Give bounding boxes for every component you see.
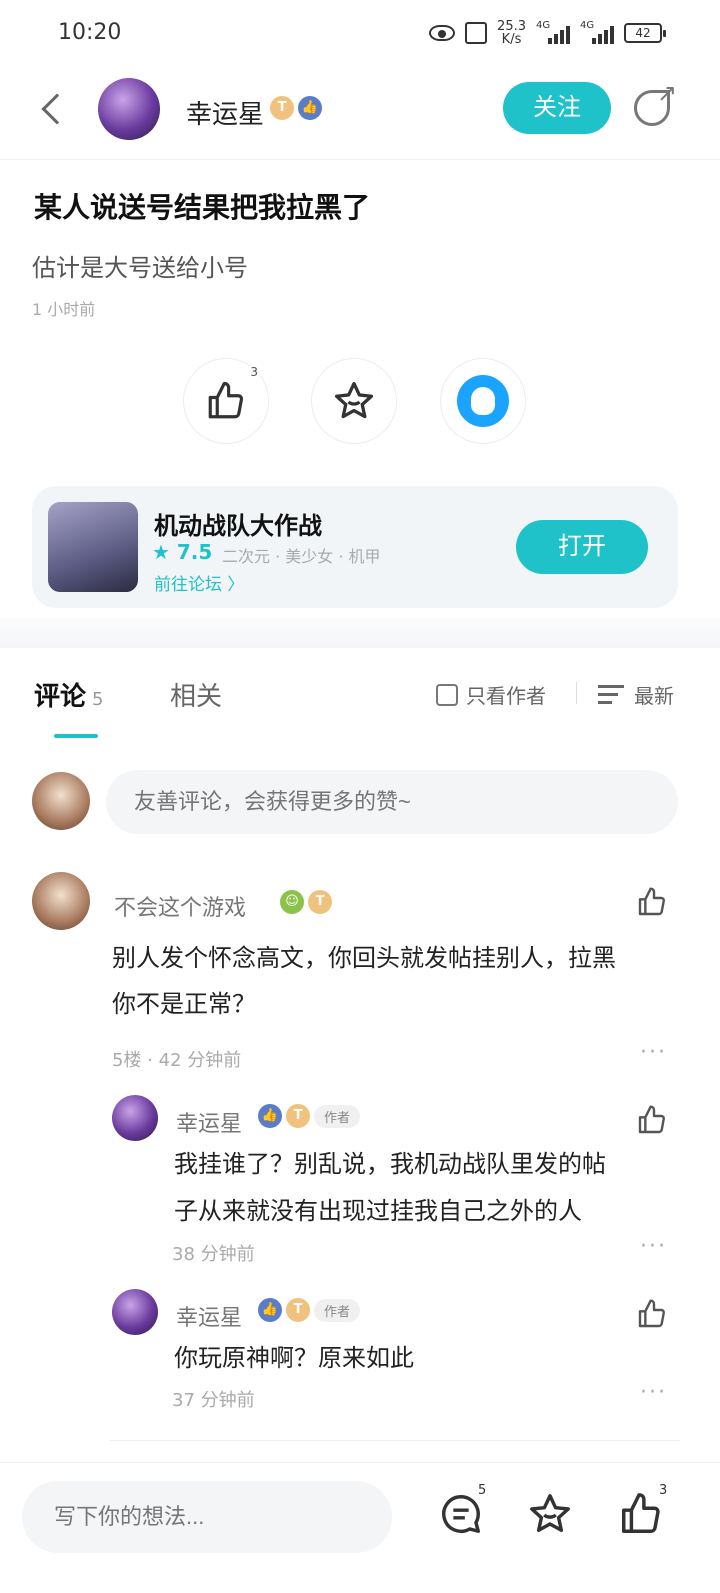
comment-like-icon[interactable] [636, 886, 668, 918]
reply-badges: 👍 T 作者 [258, 1104, 361, 1128]
my-avatar [32, 772, 90, 830]
comment-meta: 5楼 · 42 分钟前 [112, 1050, 242, 1071]
reply-avatar[interactable] [112, 1289, 158, 1335]
more-icon[interactable]: ··· [640, 1040, 667, 1065]
network-speed: 25.3 K/s [497, 20, 526, 46]
sort-label: 最新 [634, 684, 674, 708]
tab-active-indicator [54, 734, 98, 738]
commenter-avatar[interactable] [32, 872, 90, 930]
share-icon[interactable] [634, 79, 677, 126]
tab-comments-count: 5 [92, 689, 104, 710]
comment-input[interactable] [106, 770, 678, 834]
reply-meta: 37 分钟前 [172, 1390, 255, 1411]
game-card[interactable]: 机动战队大作战 ★ 7.5 二次元 · 美少女 · 机甲 前往论坛 〉 打开 [32, 486, 678, 608]
reply-badges: 👍 T 作者 [258, 1298, 361, 1322]
reply-meta: 38 分钟前 [172, 1244, 255, 1265]
status-bar: 10:20 25.3 K/s 4G 4G 42 [0, 0, 720, 70]
like-button[interactable]: 3 [183, 358, 269, 444]
author-tag: 作者 [314, 1104, 361, 1128]
reply-name[interactable]: 幸运星 [176, 1300, 242, 1332]
post-header: 幸运星 T 👍 关注 [0, 70, 720, 160]
reply-like-icon[interactable] [636, 1298, 668, 1330]
bottom-action-bar: 5 3 [0, 1462, 720, 1593]
qq-icon [457, 375, 509, 427]
divider [576, 682, 577, 704]
status-icons: 25.3 K/s 4G 4G 42 [429, 20, 666, 46]
like-count: 3 [250, 365, 258, 379]
like-count: 3 [659, 1483, 668, 1498]
star-icon[interactable] [527, 1491, 573, 1537]
back-icon[interactable] [41, 93, 73, 125]
more-icon[interactable]: ··· [640, 1234, 667, 1259]
reply-text-line-2: 子从来就没有出现过挂我自己之外的人 [174, 1197, 582, 1225]
game-cover-image [48, 502, 138, 592]
checkbox-icon [436, 683, 458, 706]
open-game-button[interactable]: 打开 [516, 520, 648, 574]
network-speed-unit: K/s [501, 32, 522, 47]
signal-label-1: 4G [536, 20, 551, 31]
thumb-badge-icon: 👍 [298, 96, 322, 120]
reply-name[interactable]: 幸运星 [176, 1106, 242, 1138]
reply-avatar[interactable] [112, 1095, 158, 1141]
author-tag: 作者 [314, 1298, 361, 1322]
thumb-up-icon [208, 381, 244, 419]
signal-icon-1: 4G [536, 20, 570, 44]
thumb-badge-icon: 👍 [258, 1104, 282, 1128]
level-badge-icon: T [286, 1298, 310, 1322]
divider [110, 1440, 680, 1441]
author-avatar[interactable] [98, 78, 160, 140]
tab-comments-label: 评论 [34, 682, 87, 712]
section-divider [0, 618, 720, 648]
author-badges: T 👍 [270, 96, 322, 120]
author-only-toggle[interactable]: 只看作者 [436, 680, 546, 709]
commenter-badges: ☺ T [280, 890, 332, 914]
signal-label-2: 4G [580, 20, 595, 31]
level-badge-icon: T [270, 96, 294, 120]
game-tags: 二次元 · 美少女 · 机甲 [222, 547, 381, 566]
follow-button[interactable]: 关注 [503, 82, 611, 134]
thumb-badge-icon: 👍 [258, 1298, 282, 1322]
tab-related[interactable]: 相关 [170, 676, 222, 713]
comment-text-line-1: 别人发个怀念高文，你回头就发帖挂别人，拉黑 [112, 944, 616, 972]
thumb-up-icon[interactable] [618, 1491, 664, 1537]
reply-text-line-1: 我挂谁了？别乱说，我机动战队里发的帖 [174, 1150, 606, 1178]
signal-icon-2: 4G [580, 20, 614, 44]
sort-icon [598, 684, 626, 705]
vibrate-icon [465, 22, 488, 44]
author-name[interactable]: 幸运星 [186, 94, 264, 131]
game-avatar-badge-icon: ☺ [280, 890, 304, 914]
tab-comments[interactable]: 评论 5 [34, 676, 103, 713]
post-title: 某人说送号结果把我拉黑了 [34, 191, 371, 224]
favorite-button[interactable] [311, 358, 397, 444]
sort-button[interactable]: 最新 [598, 680, 674, 709]
post-body: 估计是大号送给小号 [32, 254, 248, 282]
level-badge-icon: T [308, 890, 332, 914]
level-badge-icon: T [286, 1104, 310, 1128]
star-icon [334, 381, 374, 419]
reply-text-line-1: 你玩原神啊？原来如此 [174, 1344, 414, 1372]
comment-count: 5 [478, 1483, 487, 1498]
post-time: 1 小时前 [32, 300, 96, 319]
eye-comfort-icon [429, 25, 456, 41]
go-to-forum-link[interactable]: 前往论坛 〉 [154, 570, 244, 595]
reply-like-icon[interactable] [636, 1104, 668, 1136]
reply-input[interactable] [22, 1481, 392, 1553]
game-name: 机动战队大作战 [154, 512, 322, 540]
comment-text-line-2: 你不是正常？ [112, 990, 256, 1018]
share-qq-button[interactable] [440, 358, 526, 444]
more-icon[interactable]: ··· [640, 1380, 667, 1405]
commenter-name[interactable]: 不会这个游戏 [114, 890, 246, 922]
game-rating: ★ 7.5 [152, 540, 213, 564]
status-time: 10:20 [58, 20, 122, 45]
battery-icon: 42 [624, 23, 666, 43]
author-only-label: 只看作者 [466, 684, 546, 708]
